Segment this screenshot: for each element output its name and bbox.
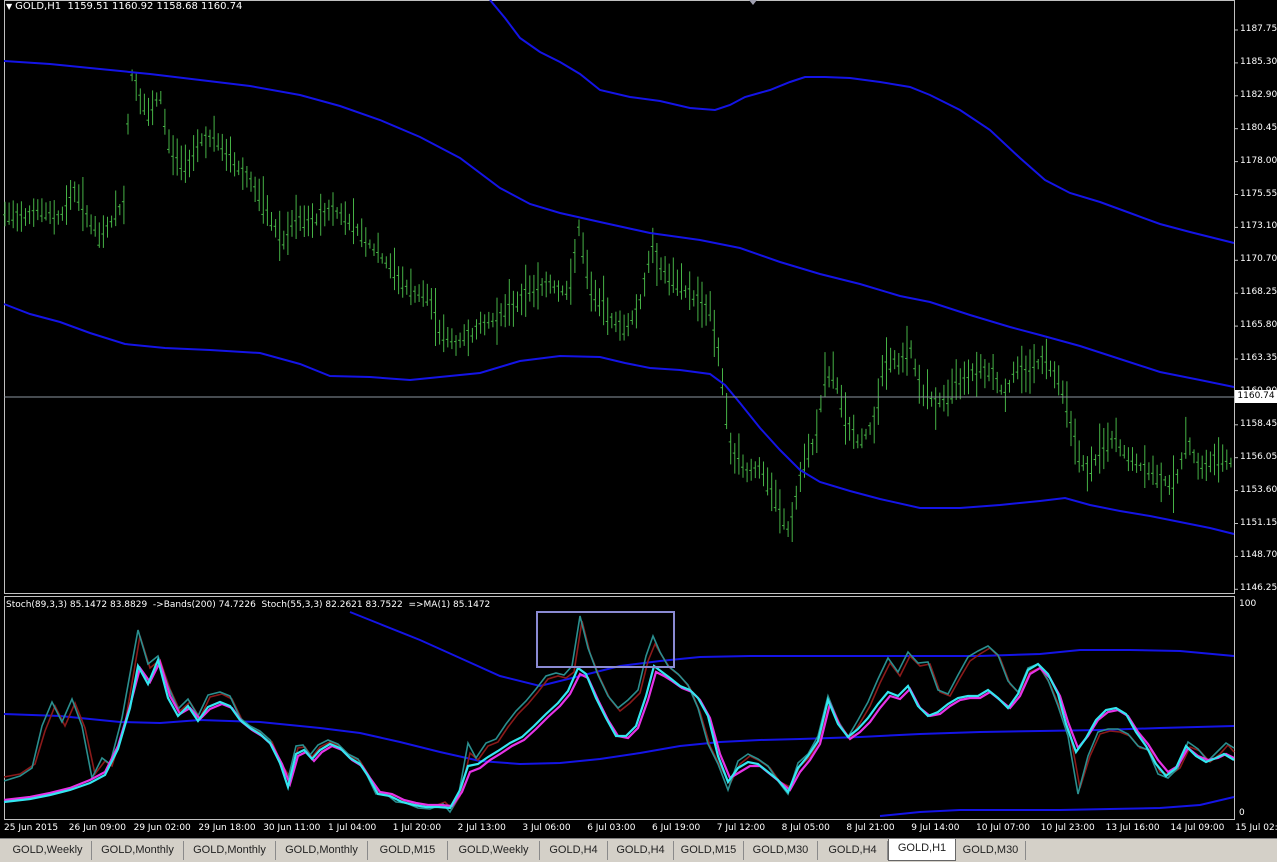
chart-symbol-info: GOLD,H1 1159.51 1160.92 1158.68 1160.74 [15, 1, 243, 12]
chart-tab-bar: GOLD,Weekly GOLD,Monthly GOLD,Monthly GOLD,… [0, 838, 1277, 862]
current-price-label: 1160.74 [1235, 390, 1277, 403]
price-tick-label: 1146.25 [1240, 583, 1277, 594]
chart-tab[interactable]: GOLD,Weekly [448, 841, 540, 860]
stoch-scale-bottom: 0 [1239, 808, 1245, 818]
time-axis[interactable]: 25 Jun 2015 26 Jun 09:00 29 Jun 02:00 29 Ju… [0, 820, 1277, 838]
chart-tab[interactable]: GOLD,Monthly [276, 841, 368, 860]
time-tick-label: 29 Jun 18:00 [198, 823, 256, 833]
price-tick-label: 1187.75 [1240, 24, 1277, 34]
price-tick-label: 1173.10 [1240, 221, 1277, 232]
time-tick-label: 8 Jul 21:00 [846, 823, 895, 833]
price-tick-label: 1156.05 [1240, 451, 1277, 462]
price-tick-label: 1175.55 [1240, 188, 1277, 199]
chart-frame [4, 0, 1235, 594]
chart-tab[interactable]: GOLD,M30 [744, 841, 818, 860]
price-tick-label: 1178.00 [1240, 155, 1277, 166]
time-tick-label: 1 Jul 04:00 [328, 823, 377, 833]
stoch89-signal-line [3, 620, 1235, 811]
price-tick-label: 1168.25 [1240, 287, 1277, 298]
chart-tab[interactable]: GOLD,M15 [368, 841, 448, 860]
price-tick-label: 1163.35 [1240, 353, 1277, 363]
time-tick-label: 2 Jul 13:00 [457, 823, 506, 833]
time-tick-label: 15 Jul 02:00 [1235, 823, 1277, 833]
time-tick-label: 30 Jun 11:00 [263, 823, 321, 833]
price-tick-label: 1165.80 [1240, 320, 1277, 331]
time-tick-label: 10 Jul 23:00 [1040, 823, 1095, 833]
time-tick-label: 14 Jul 09:00 [1170, 823, 1225, 833]
stoch-scale-top: 100 [1239, 599, 1257, 609]
stoch-band-lower [879, 796, 1235, 817]
time-tick-label: 1 Jul 20:00 [392, 823, 442, 833]
stochastic-indicator-panel[interactable]: Stoch(89,3,3) 85.1472 83.8829 ->Bands(20… [0, 596, 1277, 820]
price-tick-label: 1182.90 [1240, 89, 1277, 100]
price-tick-label: 1151.15 [1240, 517, 1277, 528]
price-tick-label: 1170.70 [1240, 254, 1277, 265]
stochastic-canvas[interactable] [0, 596, 1277, 820]
time-tick-label: 13 Jul 16:00 [1105, 823, 1160, 833]
time-tick-label: 3 Jul 06:00 [522, 823, 571, 833]
chart-tab[interactable]: GOLD,H1 [888, 839, 956, 861]
time-tick-label: 29 Jun 02:00 [133, 823, 191, 833]
time-tick-label: 26 Jun 09:00 [68, 823, 126, 833]
price-tick-label: 1148.70 [1240, 550, 1277, 561]
chart-tab[interactable]: GOLD,M30 [956, 841, 1026, 860]
time-tick-label: 8 Jul 05:00 [781, 823, 830, 833]
price-tick-label: 1180.45 [1240, 122, 1277, 133]
shift-marker-icon [749, 0, 757, 5]
chart-tab[interactable]: GOLD,H4 [608, 841, 674, 860]
stoch-band-middle [3, 713, 1235, 766]
time-tick-label: 6 Jul 19:00 [652, 823, 701, 833]
highlight-selection-box [536, 611, 675, 668]
dropdown-triangle-icon[interactable]: ▼ [6, 2, 12, 11]
price-tick-label: 1158.45 [1240, 418, 1277, 429]
price-tick-label: 1153.60 [1240, 484, 1277, 495]
chart-tab[interactable]: GOLD,M15 [674, 841, 744, 860]
main-price-chart[interactable]: ▼ GOLD,H1 1159.51 1160.92 1158.68 1160.74… [0, 0, 1277, 594]
chart-tab[interactable]: GOLD,Monthly [184, 841, 276, 860]
time-tick-label: 9 Jul 14:00 [911, 823, 960, 833]
time-tick-label: 7 Jul 12:00 [716, 823, 766, 833]
chart-tab[interactable]: GOLD,H4 [540, 841, 608, 860]
time-tick-label: 6 Jul 03:00 [587, 823, 636, 833]
chart-tab[interactable]: GOLD,Weekly [4, 841, 92, 860]
chart-tab[interactable]: GOLD,H4 [818, 841, 888, 860]
price-bars [3, 69, 1232, 542]
price-chart-canvas[interactable] [0, 0, 1277, 594]
bollinger-upper-band [489, 0, 1235, 244]
price-tick-label: 1185.30 [1240, 56, 1277, 67]
bollinger-middle-band [3, 60, 1235, 388]
stoch-band-upper [349, 611, 1235, 688]
chart-header: ▼ GOLD,H1 1159.51 1160.92 1158.68 1160.74 [6, 1, 242, 12]
chart-tab[interactable]: GOLD,Monthly [92, 841, 184, 860]
time-tick-label: 25 Jun 2015 [4, 823, 59, 833]
time-tick-label: 10 Jul 07:00 [976, 823, 1030, 833]
stoch89-main-line [3, 615, 1235, 814]
stoch-header: Stoch(89,3,3) 85.1472 83.8829 ->Bands(20… [6, 600, 491, 610]
